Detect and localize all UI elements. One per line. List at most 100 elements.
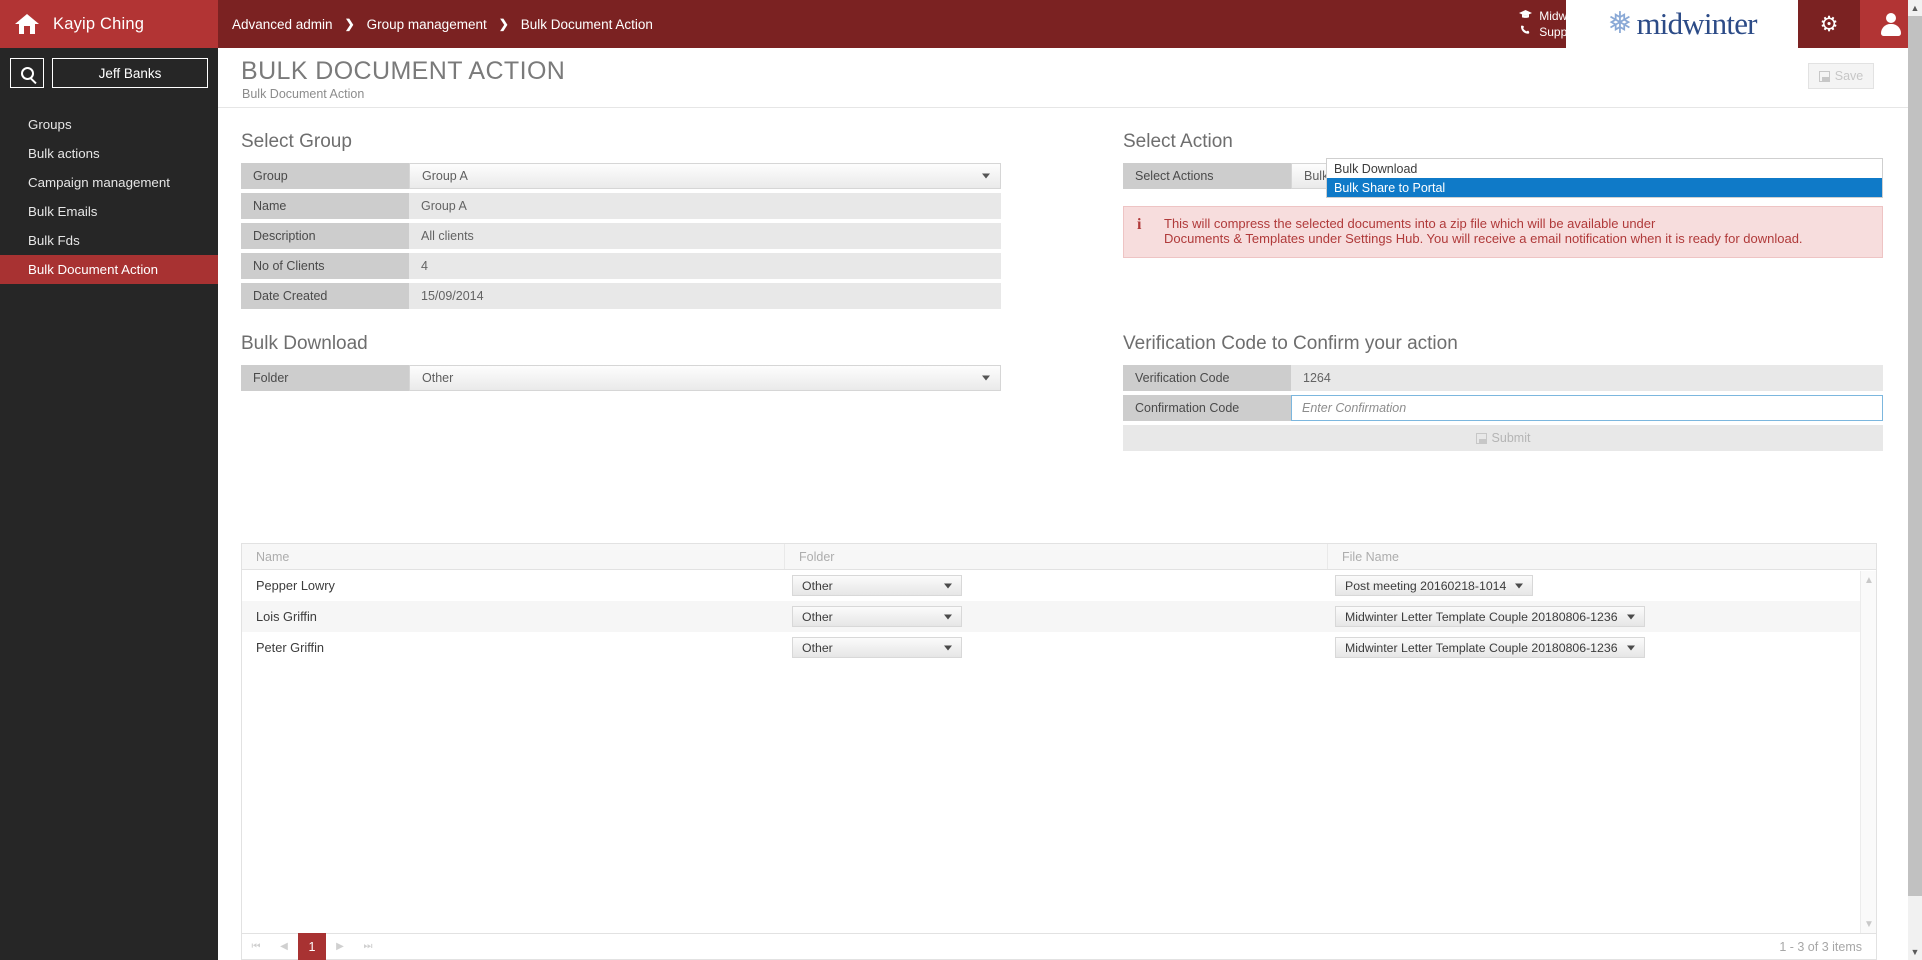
sidebar-item-bulk-emails[interactable]: Bulk Emails bbox=[0, 197, 218, 226]
top-bar: Kayip Ching Advanced admin ❯ Group manag… bbox=[0, 0, 1922, 48]
sidebar: Jeff Banks Groups Bulk actions Campaign … bbox=[0, 48, 218, 960]
search-button[interactable] bbox=[10, 58, 44, 88]
sidebar-item-bulk-actions[interactable]: Bulk actions bbox=[0, 139, 218, 168]
name-row: Name Group A bbox=[241, 193, 1001, 219]
scroll-up-icon[interactable]: ▲ bbox=[1908, 0, 1922, 16]
option-bulk-download[interactable]: Bulk Download bbox=[1327, 159, 1882, 178]
sidebar-item-label: Campaign management bbox=[28, 175, 170, 190]
column-header-name[interactable]: Name bbox=[242, 544, 785, 569]
confirmation-code-input[interactable]: Enter Confirmation bbox=[1291, 395, 1883, 421]
row-folder-value: Other bbox=[802, 609, 833, 624]
snowflake-icon: ❅ bbox=[1607, 7, 1633, 40]
sidebar-item-bulk-fds[interactable]: Bulk Fds bbox=[0, 226, 218, 255]
brand-block[interactable]: Kayip Ching bbox=[0, 0, 218, 48]
browser-scrollbar[interactable]: ▲ ▼ bbox=[1908, 0, 1922, 960]
table-scrollbar[interactable]: ▲ ▼ bbox=[1860, 571, 1876, 933]
scroll-down-icon[interactable]: ▼ bbox=[1861, 917, 1877, 931]
alert-line-2: Documents & Templates under Settings Hub… bbox=[1164, 231, 1803, 247]
group-select[interactable]: Group A bbox=[409, 163, 1001, 189]
breadcrumb-item-2[interactable]: Group management bbox=[367, 17, 487, 32]
prev-page-button[interactable]: ◀ bbox=[270, 933, 298, 960]
select-group-panel: Select Group Group Group A Name Group A … bbox=[241, 131, 1001, 313]
logo-wordmark: midwinter bbox=[1636, 6, 1757, 41]
sidebar-item-groups[interactable]: Groups bbox=[0, 110, 218, 139]
cell-folder: Other bbox=[785, 601, 1328, 632]
scroll-up-icon[interactable]: ▲ bbox=[1861, 573, 1877, 587]
chevron-down-icon bbox=[982, 375, 990, 381]
info-icon: i bbox=[1137, 216, 1142, 233]
row-folder-select[interactable]: Other bbox=[792, 606, 962, 627]
chevron-down-icon bbox=[1515, 583, 1524, 588]
next-page-button[interactable]: ▶ bbox=[326, 933, 354, 960]
chevron-down-icon bbox=[944, 645, 952, 650]
page-subtitle: Bulk Document Action bbox=[242, 87, 365, 101]
save-button[interactable]: Save bbox=[1808, 63, 1874, 89]
select-action-panel: Select Action Select Actions Bulk Downlo… bbox=[1123, 131, 1883, 258]
table-row[interactable]: Peter Griffin Other Midwinter Letter Tem… bbox=[242, 632, 1876, 663]
row-file-select[interactable]: Midwinter Letter Template Couple 2018080… bbox=[1335, 637, 1645, 658]
column-header-file-name[interactable]: File Name bbox=[1328, 544, 1876, 569]
breadcrumb-item-3[interactable]: Bulk Document Action bbox=[521, 17, 653, 32]
folder-label: Folder bbox=[241, 365, 409, 391]
sidebar-item-campaign-management[interactable]: Campaign management bbox=[0, 168, 218, 197]
select-group-heading: Select Group bbox=[241, 131, 352, 152]
column-header-folder[interactable]: Folder bbox=[785, 544, 1328, 569]
chevron-right-icon: ❯ bbox=[498, 17, 509, 31]
scroll-down-icon[interactable]: ▼ bbox=[1908, 944, 1922, 960]
first-page-button[interactable]: ⏮ bbox=[242, 933, 270, 960]
scrollbar-thumb[interactable] bbox=[1908, 16, 1922, 896]
page-number-1[interactable]: 1 bbox=[298, 933, 326, 960]
no-of-clients-row: No of Clients 4 bbox=[241, 253, 1001, 279]
name-label: Name bbox=[241, 193, 409, 219]
sidebar-item-label: Bulk actions bbox=[28, 146, 100, 161]
alert-line-1: This will compress the selected document… bbox=[1164, 216, 1656, 231]
pagination-info: 1 - 3 of 3 items bbox=[1779, 939, 1862, 954]
cell-file-name: Midwinter Letter Template Couple 2018080… bbox=[1328, 601, 1876, 632]
row-file-value: Post meeting 20160218-1014 bbox=[1345, 578, 1507, 593]
row-folder-value: Other bbox=[802, 578, 833, 593]
row-file-select[interactable]: Post meeting 20160218-1014 bbox=[1335, 575, 1534, 596]
sidebar-user-field[interactable]: Jeff Banks bbox=[52, 58, 208, 88]
row-file-select[interactable]: Midwinter Letter Template Couple 2018080… bbox=[1335, 606, 1645, 627]
row-file-value: Midwinter Letter Template Couple 2018080… bbox=[1345, 609, 1618, 624]
chevron-down-icon bbox=[944, 614, 952, 619]
row-folder-select[interactable]: Other bbox=[792, 575, 962, 596]
select-actions-options-list[interactable]: Bulk Download Bulk Share to Portal bbox=[1326, 158, 1883, 198]
confirmation-code-label: Confirmation Code bbox=[1123, 395, 1291, 421]
verification-code-row: Verification Code 1264 bbox=[1123, 365, 1883, 391]
info-alert: i This will compress the selected docume… bbox=[1123, 206, 1883, 258]
sidebar-item-label: Groups bbox=[28, 117, 72, 132]
submit-button[interactable]: Submit bbox=[1123, 425, 1883, 451]
verification-heading: Verification Code to Confirm your action bbox=[1123, 333, 1458, 354]
table-body: Pepper Lowry Other Post meeting 20160218… bbox=[242, 570, 1876, 932]
verification-code-label: Verification Code bbox=[1123, 365, 1291, 391]
group-label: Group bbox=[241, 163, 409, 189]
group-row: Group Group A bbox=[241, 163, 1001, 189]
sidebar-item-bulk-document-action[interactable]: Bulk Document Action bbox=[0, 255, 218, 284]
sidebar-search-row: Jeff Banks bbox=[0, 48, 218, 88]
breadcrumb: Advanced admin ❯ Group management ❯ Bulk… bbox=[232, 0, 653, 48]
table-row[interactable]: Lois Griffin Other Midwinter Letter Temp… bbox=[242, 601, 1876, 632]
pagination-bar: ⏮ ◀ 1 ▶ ⏭ 1 - 3 of 3 items bbox=[241, 933, 1877, 960]
main-content: BULK DOCUMENT ACTION Bulk Document Actio… bbox=[218, 48, 1908, 960]
folder-row: Folder Other bbox=[241, 365, 1001, 391]
page-title: BULK DOCUMENT ACTION bbox=[241, 57, 566, 85]
chevron-down-icon bbox=[944, 583, 952, 588]
search-icon bbox=[20, 66, 34, 80]
graduation-cap-icon bbox=[1519, 9, 1533, 23]
date-created-label: Date Created bbox=[241, 283, 409, 309]
cell-folder: Other bbox=[785, 632, 1328, 663]
no-of-clients-value: 4 bbox=[409, 253, 1001, 279]
home-icon[interactable] bbox=[14, 12, 40, 36]
breadcrumb-item-1[interactable]: Advanced admin bbox=[232, 17, 333, 32]
folder-select[interactable]: Other bbox=[409, 365, 1001, 391]
settings-button[interactable]: ⚙ bbox=[1798, 0, 1860, 48]
sidebar-user-label: Jeff Banks bbox=[98, 65, 162, 81]
cell-name: Pepper Lowry bbox=[256, 578, 335, 593]
select-action-heading: Select Action bbox=[1123, 131, 1233, 152]
midwinter-logo[interactable]: ❅ midwinter bbox=[1566, 0, 1798, 48]
last-page-button[interactable]: ⏭ bbox=[354, 933, 382, 960]
table-row[interactable]: Pepper Lowry Other Post meeting 20160218… bbox=[242, 570, 1876, 601]
option-bulk-share-to-portal[interactable]: Bulk Share to Portal bbox=[1327, 178, 1882, 197]
row-folder-select[interactable]: Other bbox=[792, 637, 962, 658]
